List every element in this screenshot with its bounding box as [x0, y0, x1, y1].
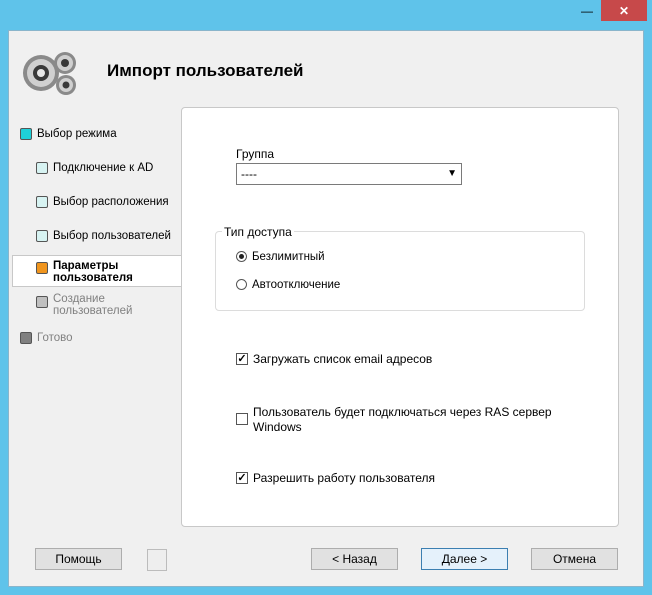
step-status-icon [20, 332, 32, 344]
gears-icon [23, 52, 76, 95]
step-status-icon [36, 296, 48, 308]
wizard-client-area: Импорт пользователей Выбор режима Подклю… [8, 30, 644, 587]
nav-item-create-users: Создание пользователей [36, 293, 146, 317]
next-button[interactable]: Далее > [421, 548, 508, 570]
cancel-button[interactable]: Отмена [531, 548, 618, 570]
group-label: Группа [236, 147, 275, 161]
step-status-icon [20, 128, 32, 140]
step-status-icon [36, 262, 48, 274]
step-status-icon [36, 196, 48, 208]
checkbox-ras[interactable] [236, 413, 248, 425]
back-button[interactable]: < Назад [311, 548, 398, 570]
nav-item-users: Выбор пользователей [36, 230, 171, 242]
nav-item-location: Выбор расположения [36, 196, 169, 208]
radio-autooff-label: Автоотключение [252, 279, 341, 291]
nav-item-label: Параметры пользователя [53, 260, 133, 284]
copy-document-icon[interactable] [147, 549, 167, 571]
group-select-value: ---- [241, 167, 257, 181]
checkbox-email-label: Загружать список email адресов [253, 352, 433, 366]
step-status-icon [36, 230, 48, 242]
step-status-icon [36, 162, 48, 174]
app-window: — ✕ Импорт пользователей Выбор режима По… [0, 0, 652, 595]
radio-autooff[interactable] [236, 279, 247, 290]
nav-item-label: Создание пользователей [53, 293, 133, 317]
group-select[interactable]: ---- ▼ [236, 163, 462, 185]
nav-item-mode: Выбор режима [20, 128, 117, 140]
access-type-label: Тип доступа [222, 225, 294, 239]
chevron-down-icon: ▼ [447, 168, 457, 179]
help-button[interactable]: Помощь [35, 548, 122, 570]
checkbox-enable[interactable]: ✓ [236, 472, 248, 484]
nav-item-label: Выбор режима [37, 128, 117, 140]
page-title: Импорт пользователей [107, 61, 304, 80]
radio-unlimited[interactable] [236, 251, 247, 262]
radio-unlimited-label: Безлимитный [252, 251, 325, 263]
nav-item-label: Выбор расположения [53, 196, 169, 208]
close-button[interactable]: ✕ [601, 0, 647, 21]
nav-item-done: Готово [20, 332, 73, 344]
checkbox-ras-label: Пользователь будет подключаться через RA… [253, 405, 552, 434]
nav-item-label: Подключение к AD [53, 162, 154, 174]
nav-item-user-params: Параметры пользователя [36, 260, 166, 284]
minimize-button[interactable]: — [573, 0, 601, 21]
nav-item-label: Готово [37, 332, 73, 344]
close-icon: ✕ [618, 3, 630, 18]
minimize-icon: — [581, 3, 593, 18]
access-type-groupbox [215, 231, 585, 311]
checkbox-enable-label: Разрешить работу пользователя [253, 471, 435, 485]
nav-item-label: Выбор пользователей [53, 230, 171, 242]
checkbox-email[interactable]: ✓ [236, 353, 248, 365]
nav-item-ad-connection: Подключение к AD [36, 162, 153, 174]
